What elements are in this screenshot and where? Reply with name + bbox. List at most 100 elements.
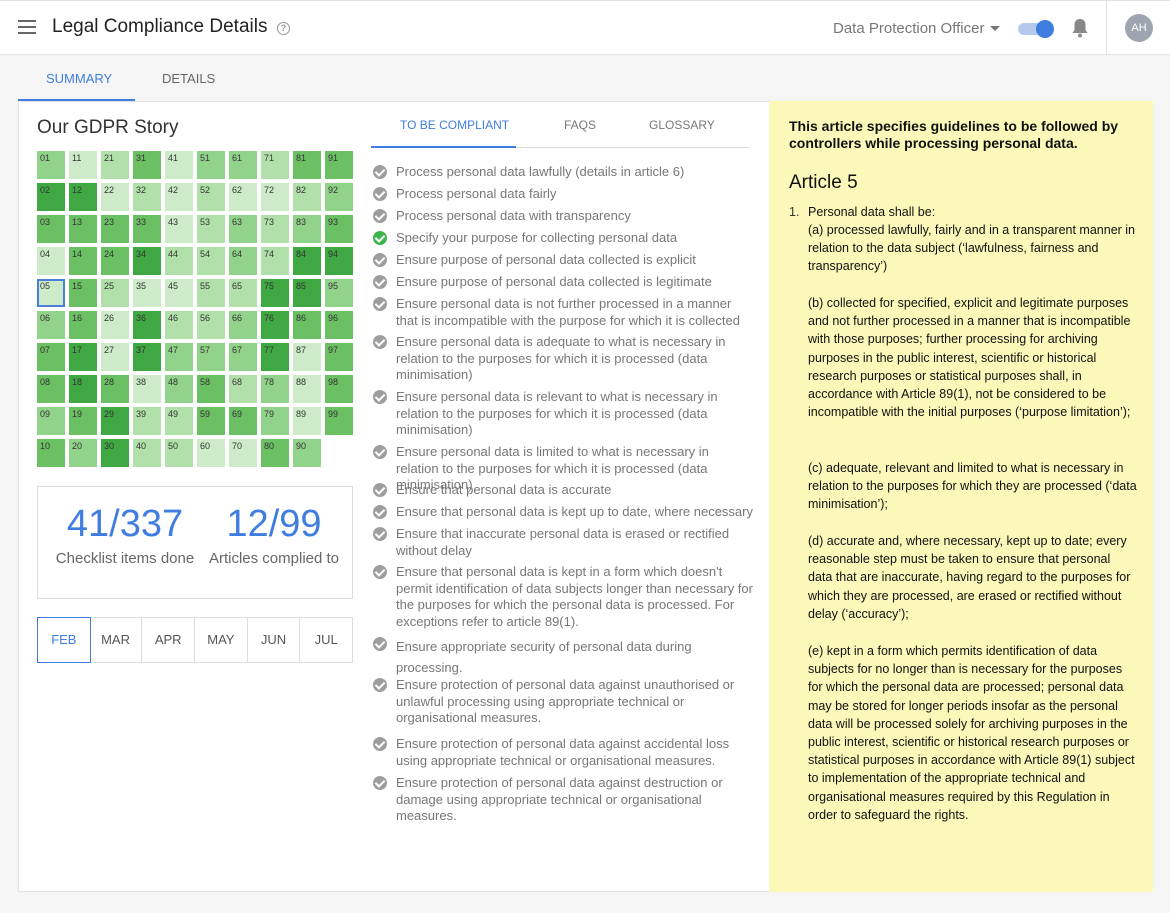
grid-cell[interactable]: 73: [261, 215, 289, 243]
grid-cell[interactable]: 12: [69, 183, 97, 211]
grid-cell[interactable]: 30: [101, 439, 129, 467]
grid-cell[interactable]: 81: [293, 151, 321, 179]
grid-cell[interactable]: 46: [165, 311, 193, 339]
grid-cell[interactable]: 22: [101, 183, 129, 211]
grid-cell[interactable]: 06: [37, 311, 65, 339]
month-feb[interactable]: FEB: [37, 617, 91, 663]
grid-cell[interactable]: 10: [37, 439, 65, 467]
grid-cell[interactable]: 57: [197, 343, 225, 371]
grid-cell[interactable]: 98: [325, 375, 353, 403]
grid-cell[interactable]: 25: [101, 279, 129, 307]
grid-cell[interactable]: 38: [133, 375, 161, 403]
grid-cell[interactable]: 75: [261, 279, 289, 307]
grid-cell[interactable]: 29: [101, 407, 129, 435]
grid-cell[interactable]: 49: [165, 407, 193, 435]
grid-cell[interactable]: 66: [229, 311, 257, 339]
grid-cell[interactable]: 85: [293, 279, 321, 307]
grid-cell[interactable]: 02: [37, 183, 65, 211]
grid-cell[interactable]: 69: [229, 407, 257, 435]
grid-cell[interactable]: 45: [165, 279, 193, 307]
grid-cell[interactable]: 05: [37, 279, 65, 307]
bell-icon[interactable]: [1071, 18, 1089, 38]
grid-cell[interactable]: 99: [325, 407, 353, 435]
grid-cell[interactable]: 78: [261, 375, 289, 403]
month-apr[interactable]: APR: [142, 618, 196, 662]
grid-cell[interactable]: 36: [133, 311, 161, 339]
grid-cell[interactable]: 44: [165, 247, 193, 275]
month-jul[interactable]: JUL: [300, 618, 352, 662]
grid-cell[interactable]: 68: [229, 375, 257, 403]
grid-cell[interactable]: 84: [293, 247, 321, 275]
tab-summary[interactable]: SUMMARY: [46, 71, 112, 86]
grid-cell[interactable]: 52: [197, 183, 225, 211]
grid-cell[interactable]: 89: [293, 407, 321, 435]
grid-cell[interactable]: 48: [165, 375, 193, 403]
grid-cell[interactable]: 11: [69, 151, 97, 179]
grid-cell[interactable]: 03: [37, 215, 65, 243]
grid-cell[interactable]: 43: [165, 215, 193, 243]
grid-cell[interactable]: 97: [325, 343, 353, 371]
grid-cell[interactable]: 18: [69, 375, 97, 403]
grid-cell[interactable]: 63: [229, 215, 257, 243]
grid-cell[interactable]: 90: [293, 439, 321, 467]
grid-cell[interactable]: 08: [37, 375, 65, 403]
grid-cell[interactable]: 23: [101, 215, 129, 243]
grid-cell[interactable]: 28: [101, 375, 129, 403]
grid-cell[interactable]: 35: [133, 279, 161, 307]
chevron-down-icon[interactable]: [990, 26, 1000, 31]
grid-cell[interactable]: 37: [133, 343, 161, 371]
grid-cell[interactable]: 17: [69, 343, 97, 371]
grid-cell[interactable]: 14: [69, 247, 97, 275]
grid-cell[interactable]: 82: [293, 183, 321, 211]
grid-cell[interactable]: 27: [101, 343, 129, 371]
grid-cell[interactable]: 07: [37, 343, 65, 371]
tab-glossary[interactable]: GLOSSARY: [649, 118, 715, 132]
grid-cell[interactable]: 21: [101, 151, 129, 179]
tab-details[interactable]: DETAILS: [162, 71, 215, 86]
hamburger-menu-icon[interactable]: [18, 20, 36, 34]
grid-cell[interactable]: 50: [165, 439, 193, 467]
grid-cell[interactable]: 71: [261, 151, 289, 179]
toggle-switch[interactable]: [1018, 20, 1056, 38]
grid-cell[interactable]: 24: [101, 247, 129, 275]
grid-cell[interactable]: 40: [133, 439, 161, 467]
grid-cell[interactable]: 54: [197, 247, 225, 275]
grid-cell[interactable]: 59: [197, 407, 225, 435]
grid-cell[interactable]: 61: [229, 151, 257, 179]
grid-cell[interactable]: 77: [261, 343, 289, 371]
grid-cell[interactable]: 76: [261, 311, 289, 339]
grid-cell[interactable]: 60: [197, 439, 225, 467]
grid-cell[interactable]: 53: [197, 215, 225, 243]
grid-cell[interactable]: 74: [261, 247, 289, 275]
grid-cell[interactable]: 83: [293, 215, 321, 243]
grid-cell[interactable]: 93: [325, 215, 353, 243]
grid-cell[interactable]: 41: [165, 151, 193, 179]
help-icon[interactable]: ?: [277, 22, 290, 35]
grid-cell[interactable]: 39: [133, 407, 161, 435]
grid-cell[interactable]: 67: [229, 343, 257, 371]
grid-cell[interactable]: 65: [229, 279, 257, 307]
grid-cell[interactable]: 47: [165, 343, 193, 371]
grid-cell[interactable]: 55: [197, 279, 225, 307]
grid-cell[interactable]: 56: [197, 311, 225, 339]
grid-cell[interactable]: 42: [165, 183, 193, 211]
grid-cell[interactable]: 09: [37, 407, 65, 435]
grid-cell[interactable]: 15: [69, 279, 97, 307]
grid-cell[interactable]: 01: [37, 151, 65, 179]
grid-cell[interactable]: 95: [325, 279, 353, 307]
grid-cell[interactable]: 87: [293, 343, 321, 371]
month-may[interactable]: MAY: [195, 618, 248, 662]
grid-cell[interactable]: 51: [197, 151, 225, 179]
grid-cell[interactable]: 70: [229, 439, 257, 467]
grid-cell[interactable]: 96: [325, 311, 353, 339]
grid-cell[interactable]: 88: [293, 375, 321, 403]
tab-faqs[interactable]: FAQS: [564, 118, 596, 132]
tab-to-be-compliant[interactable]: TO BE COMPLIANT: [400, 118, 509, 132]
grid-cell[interactable]: 91: [325, 151, 353, 179]
month-mar[interactable]: MAR: [90, 618, 143, 662]
grid-cell[interactable]: 58: [197, 375, 225, 403]
grid-cell[interactable]: 20: [69, 439, 97, 467]
grid-cell[interactable]: 31: [133, 151, 161, 179]
grid-cell[interactable]: 16: [69, 311, 97, 339]
avatar[interactable]: AH: [1125, 14, 1153, 42]
